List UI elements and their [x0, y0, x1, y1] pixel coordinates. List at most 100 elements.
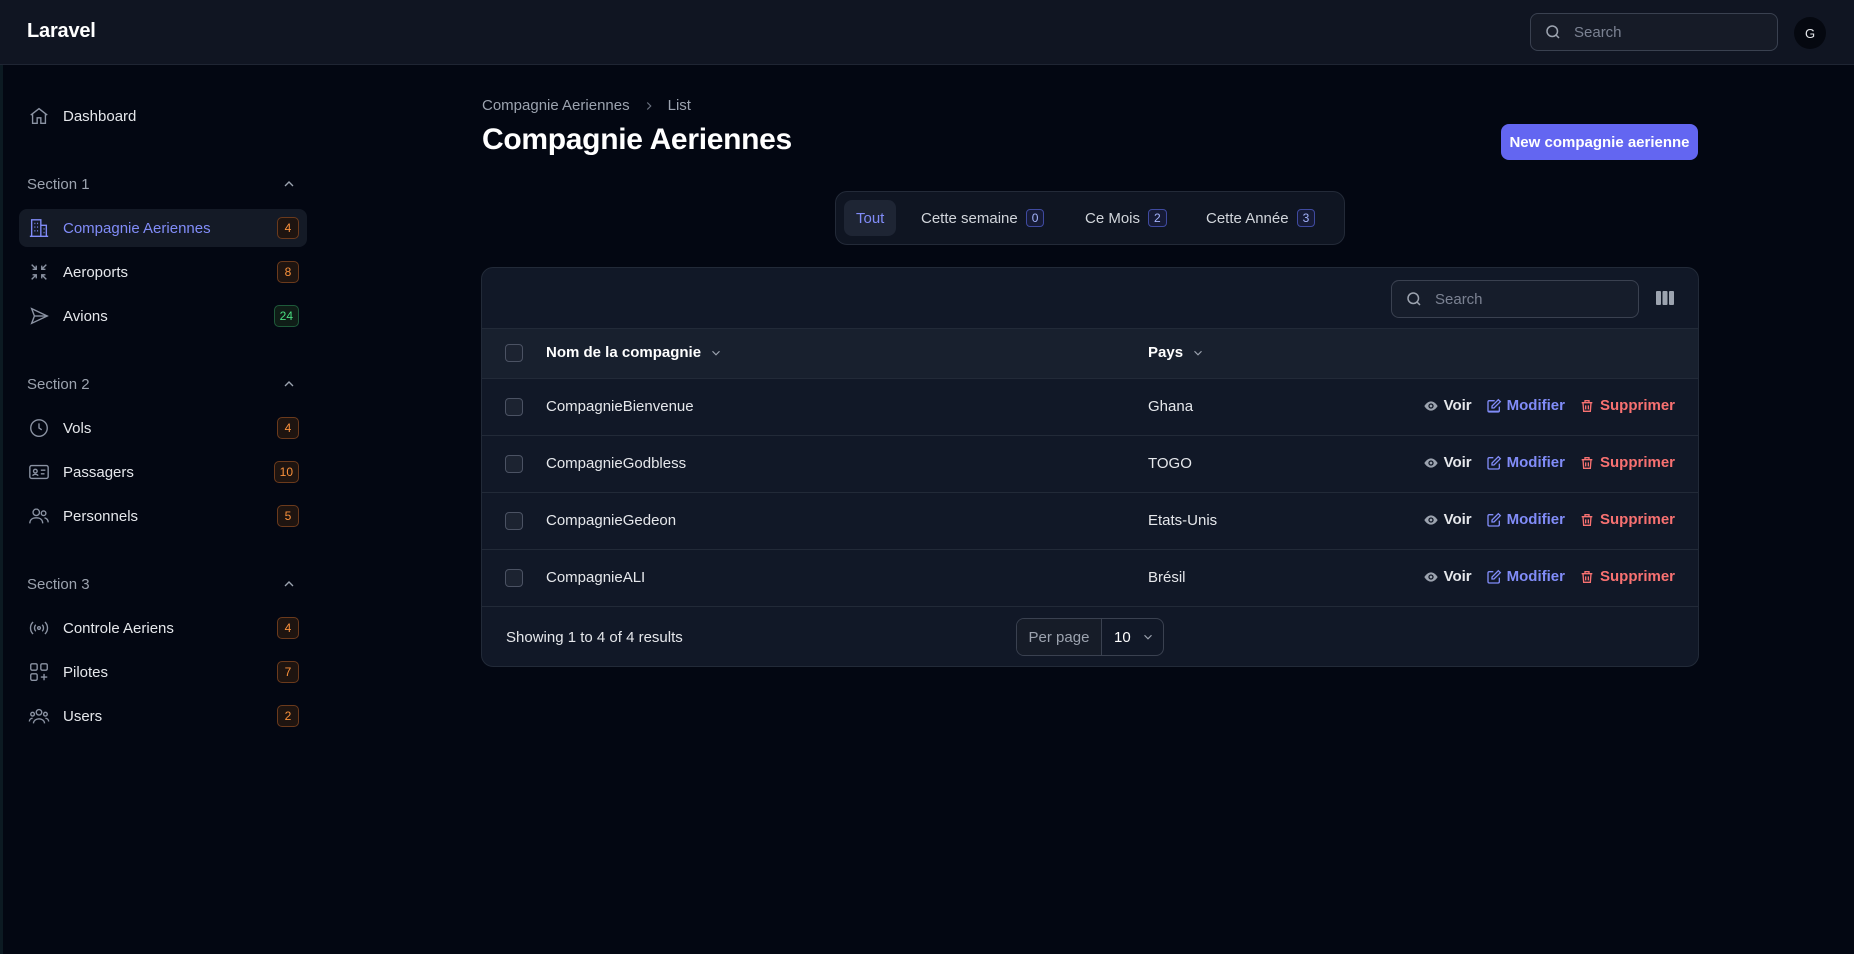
sidebar-item-vols[interactable]: Vols 4: [19, 409, 307, 447]
tab-cette-semaine[interactable]: Cette semaine 0: [909, 200, 1056, 236]
column-header-country[interactable]: Pays: [1148, 344, 1205, 361]
sidebar-item-label: Users: [63, 707, 103, 725]
cell-country: Etats-Unis: [1148, 512, 1218, 529]
delete-button[interactable]: Supprimer: [1579, 397, 1675, 414]
sidebar-item-label: Dashboard: [63, 107, 137, 125]
tab-ce-mois[interactable]: Ce Mois 2: [1073, 200, 1179, 236]
chevron-down-icon: [1194, 350, 1202, 356]
sidebar-item-users[interactable]: Users 2: [19, 697, 307, 735]
edit-button[interactable]: Modifier: [1486, 568, 1565, 585]
breadcrumb-current: List: [667, 97, 691, 114]
per-page-value-wrap[interactable]: 10: [1102, 619, 1163, 655]
sidebar-section-1-header[interactable]: Section 1: [27, 173, 297, 195]
row-checkbox[interactable]: [505, 455, 523, 473]
sidebar-item-compagnie-aeriennes[interactable]: Compagnie Aeriennes 4: [19, 209, 307, 247]
edit-label: Modifier: [1506, 397, 1565, 414]
top-bar: Laravel Search G: [0, 0, 1854, 65]
brand-logo[interactable]: Laravel: [27, 20, 96, 43]
tab-count-badge: 3: [1296, 209, 1316, 227]
column-header-name[interactable]: Nom de la compagnie: [546, 344, 723, 361]
trash-icon: [1581, 456, 1593, 469]
row-checkbox[interactable]: [505, 512, 523, 530]
select-all-checkbox[interactable]: [505, 344, 523, 362]
tab-count-badge: 0: [1025, 209, 1045, 227]
global-search-input[interactable]: Search: [1530, 13, 1778, 51]
tab-count-badge: 2: [1148, 209, 1167, 227]
table-toolbar: Search: [482, 268, 1698, 329]
table-search-placeholder: Search: [1435, 290, 1483, 308]
view-button[interactable]: Voir: [1423, 454, 1472, 471]
breadcrumb-parent-link[interactable]: Compagnie Aeriennes: [482, 97, 630, 114]
trash-icon: [1581, 513, 1593, 526]
view-button[interactable]: Voir: [1423, 397, 1472, 414]
eye-icon: [1423, 400, 1438, 411]
view-button[interactable]: Voir: [1423, 511, 1472, 528]
table-row[interactable]: CompagnieGodbless TOGO Voir Modifier Sup…: [482, 436, 1698, 493]
table-card: Search Nom de la compagnie Pays Compagni…: [481, 267, 1699, 667]
per-page-select[interactable]: Per page 10: [1016, 618, 1164, 656]
section-title: Section 3: [27, 575, 90, 593]
cell-country: TOGO: [1148, 455, 1192, 472]
view-columns-icon[interactable]: [1656, 290, 1674, 306]
row-actions: Voir Modifier Supprimer: [1423, 454, 1675, 471]
sidebar-item-personnels[interactable]: Personnels 5: [19, 497, 307, 535]
chevron-up-icon: [284, 381, 294, 387]
edit-label: Modifier: [1506, 454, 1565, 471]
user-avatar[interactable]: G: [1794, 17, 1826, 49]
cell-name: CompagnieALI: [546, 569, 646, 586]
paper-airplane-icon: [30, 307, 49, 325]
view-label: Voir: [1443, 568, 1472, 585]
new-compagnie-button[interactable]: New compagnie aerienne: [1501, 124, 1698, 160]
pencil-square-icon: [1486, 569, 1501, 584]
sidebar-section-2-header[interactable]: Section 2: [27, 373, 297, 395]
arrows-pointing-in-icon: [31, 264, 47, 280]
view-button[interactable]: Voir: [1423, 568, 1472, 585]
sidebar-item-passagers[interactable]: Passagers 10: [19, 453, 307, 491]
sidebar-item-label: Pilotes: [63, 663, 109, 681]
sidebar-item-avions[interactable]: Avions 24: [19, 297, 307, 335]
edit-button[interactable]: Modifier: [1486, 511, 1565, 528]
sidebar-item-dashboard[interactable]: Dashboard: [19, 97, 307, 135]
eye-icon: [1423, 457, 1438, 468]
table-row[interactable]: CompagnieBienvenue Ghana Voir Modifier S…: [482, 379, 1698, 436]
row-checkbox[interactable]: [505, 569, 523, 587]
eye-icon: [1423, 514, 1438, 525]
count-badge: 4: [277, 217, 299, 239]
table-search-input[interactable]: Search: [1391, 280, 1639, 318]
chevron-up-icon: [284, 181, 294, 187]
per-page-label: Per page: [1017, 619, 1102, 655]
cell-country: Ghana: [1148, 398, 1194, 415]
count-badge: 8: [277, 261, 299, 283]
edit-button[interactable]: Modifier: [1486, 454, 1565, 471]
column-header-label: Pays: [1148, 344, 1184, 361]
row-checkbox[interactable]: [505, 398, 523, 416]
sidebar-item-aeroports[interactable]: Aeroports 8: [19, 253, 307, 291]
table-row[interactable]: CompagnieALI Brésil Voir Modifier Suppri…: [482, 550, 1698, 607]
count-badge: 5: [277, 505, 299, 527]
table-footer: Showing 1 to 4 of 4 results Per page 10: [482, 607, 1698, 666]
chevron-up-icon: [284, 581, 294, 587]
sidebar-item-pilotes[interactable]: Pilotes 7: [19, 653, 307, 691]
row-actions: Voir Modifier Supprimer: [1423, 568, 1675, 585]
search-icon: [1407, 292, 1421, 306]
delete-label: Supprimer: [1599, 397, 1675, 414]
sidebar-item-controle-aeriens[interactable]: Controle Aeriens 4: [19, 609, 307, 647]
sidebar-section-3-header[interactable]: Section 3: [27, 573, 297, 595]
delete-button[interactable]: Supprimer: [1579, 568, 1675, 585]
cell-country: Brésil: [1148, 569, 1186, 586]
count-badge: 2: [277, 705, 299, 727]
view-label: Voir: [1443, 397, 1472, 414]
cell-name: CompagnieBienvenue: [546, 398, 694, 415]
row-actions: Voir Modifier Supprimer: [1423, 397, 1675, 414]
tab-cette-annee[interactable]: Cette Année 3: [1194, 200, 1327, 236]
delete-button[interactable]: Supprimer: [1579, 511, 1675, 528]
cell-name: CompagnieGedeon: [546, 512, 677, 529]
trash-icon: [1581, 399, 1593, 412]
pencil-square-icon: [1486, 455, 1501, 470]
table-row[interactable]: CompagnieGedeon Etats-Unis Voir Modifier…: [482, 493, 1698, 550]
global-search-placeholder: Search: [1574, 23, 1622, 41]
edit-button[interactable]: Modifier: [1486, 397, 1565, 414]
delete-button[interactable]: Supprimer: [1579, 454, 1675, 471]
tab-tout[interactable]: Tout: [844, 200, 897, 236]
sidebar-item-label: Vols: [63, 419, 92, 437]
